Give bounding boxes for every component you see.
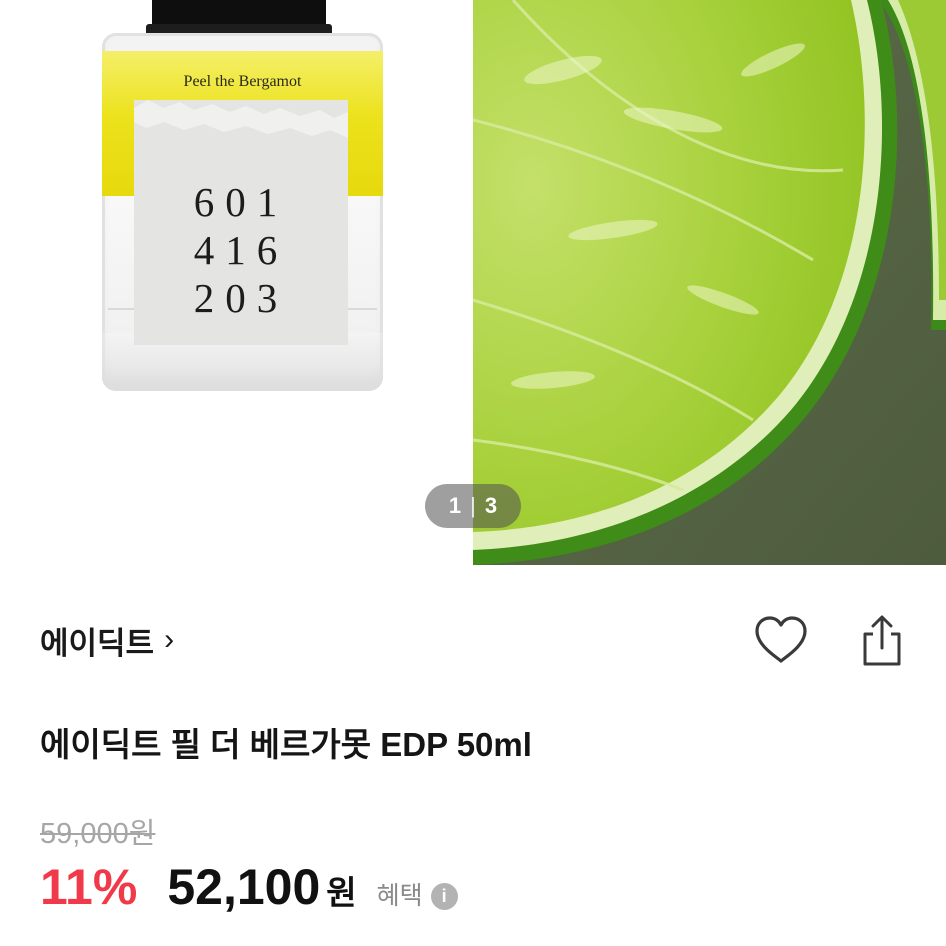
label-code-line: 601 [193,179,289,225]
current-image-index: 1 [448,493,462,518]
heart-icon [755,616,807,663]
lime-slice-illustration [472,0,946,565]
label-code-line: 416 [193,227,289,273]
price-row: 11% 52,100 원 혜택 i [40,858,458,920]
product-image-gallery[interactable]: Peel the Bergamot 601 416 203 1 | 3 [0,0,946,565]
bottle-label-code: 601 416 203 [134,178,348,322]
info-icon[interactable]: i [430,883,458,910]
chevron-right-icon: › [164,623,175,656]
benefit-label[interactable]: 혜택 [377,876,423,912]
discount-rate: 11% [40,859,138,915]
torn-label-edge [134,100,348,138]
sale-price: 52,100 [167,859,321,915]
currency-unit: 원 [326,874,357,911]
label-code-line: 203 [193,275,289,321]
image-page-counter: 1 | 3 [425,484,521,528]
brand-link[interactable]: 에이딕트 › [40,618,174,662]
counter-separator: | [470,493,476,518]
lime-slice-photo [472,0,946,565]
bottle-product-name: Peel the Bergamot [183,73,302,90]
perfume-bottle-photo: Peel the Bergamot 601 416 203 [0,0,472,565]
share-button[interactable] [858,612,906,668]
brand-name: 에이딕트 [40,625,155,661]
original-price: 59,000원 [40,818,156,850]
wishlist-button[interactable] [753,615,809,667]
product-title: 에이딕트 필 더 베르가못 EDP 50ml [40,726,532,763]
total-image-count: 3 [484,493,498,518]
share-icon [863,615,901,666]
